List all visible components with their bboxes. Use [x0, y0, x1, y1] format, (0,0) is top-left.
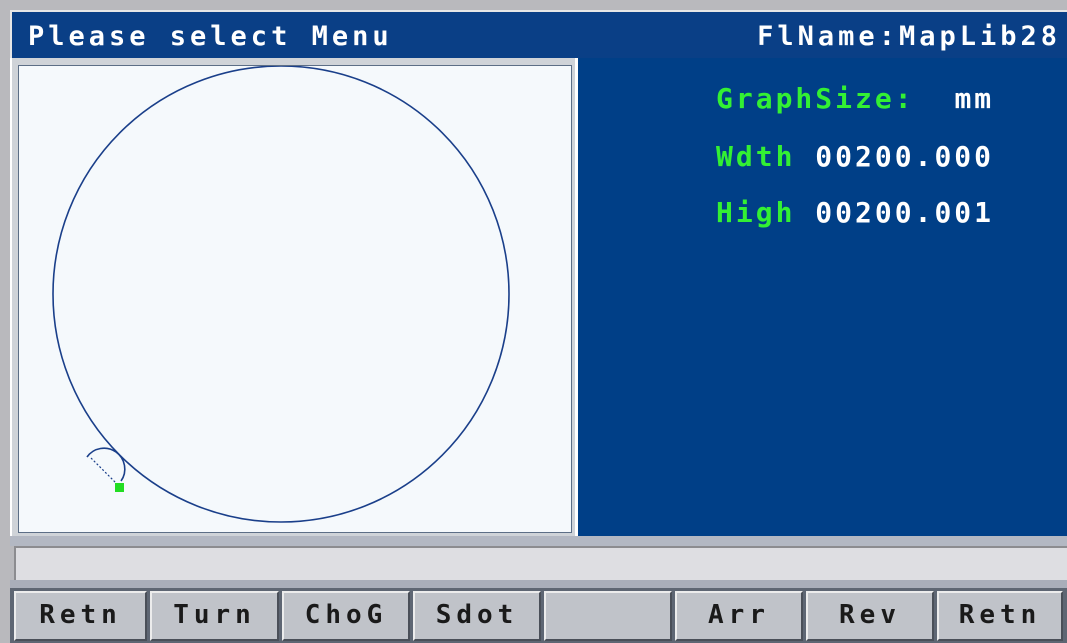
graph-preview[interactable]	[18, 65, 572, 533]
status-bar	[14, 546, 1067, 580]
height-row: High 00200.001	[716, 196, 994, 229]
height-label: High	[716, 196, 796, 229]
retn-exit-button[interactable]: Retn	[937, 591, 1063, 641]
graph-size-row: GraphSize: mm	[716, 82, 994, 115]
retn-button[interactable]: Retn	[14, 591, 147, 641]
width-value: 00200.000	[815, 140, 995, 173]
title-bar: Please select Menu FlName:MapLib28	[10, 10, 1067, 58]
start-point-marker	[115, 483, 124, 492]
arr-button[interactable]: Arr	[675, 591, 803, 641]
height-value: 00200.001	[815, 196, 995, 229]
info-panel: GraphSize: mm Wdth 00200.000 High 00200.…	[575, 58, 1067, 536]
unit-label: mm	[954, 82, 995, 115]
width-label: Wdth	[716, 140, 796, 173]
chog-button[interactable]: ChoG	[282, 591, 410, 641]
lead-in-line	[90, 457, 121, 488]
menu-prompt: Please select Menu	[28, 21, 393, 52]
cnc-screen: Please select Menu FlName:MapLib28 Graph…	[0, 0, 1067, 643]
file-name: FlName:MapLib28	[757, 21, 1061, 52]
lead-in-arc	[86, 447, 126, 482]
rev-button[interactable]: Rev	[806, 591, 934, 641]
menu-separator	[10, 580, 1067, 588]
circle-path	[52, 66, 510, 523]
sdot-button[interactable]: Sdot	[413, 591, 541, 641]
width-row: Wdth 00200.000	[716, 140, 994, 173]
status-separator	[10, 536, 1067, 546]
graph-size-label: GraphSize:	[716, 82, 915, 115]
turn-button[interactable]: Turn	[150, 591, 279, 641]
graph-drawing	[52, 66, 510, 523]
empty-function-button[interactable]	[544, 591, 672, 641]
